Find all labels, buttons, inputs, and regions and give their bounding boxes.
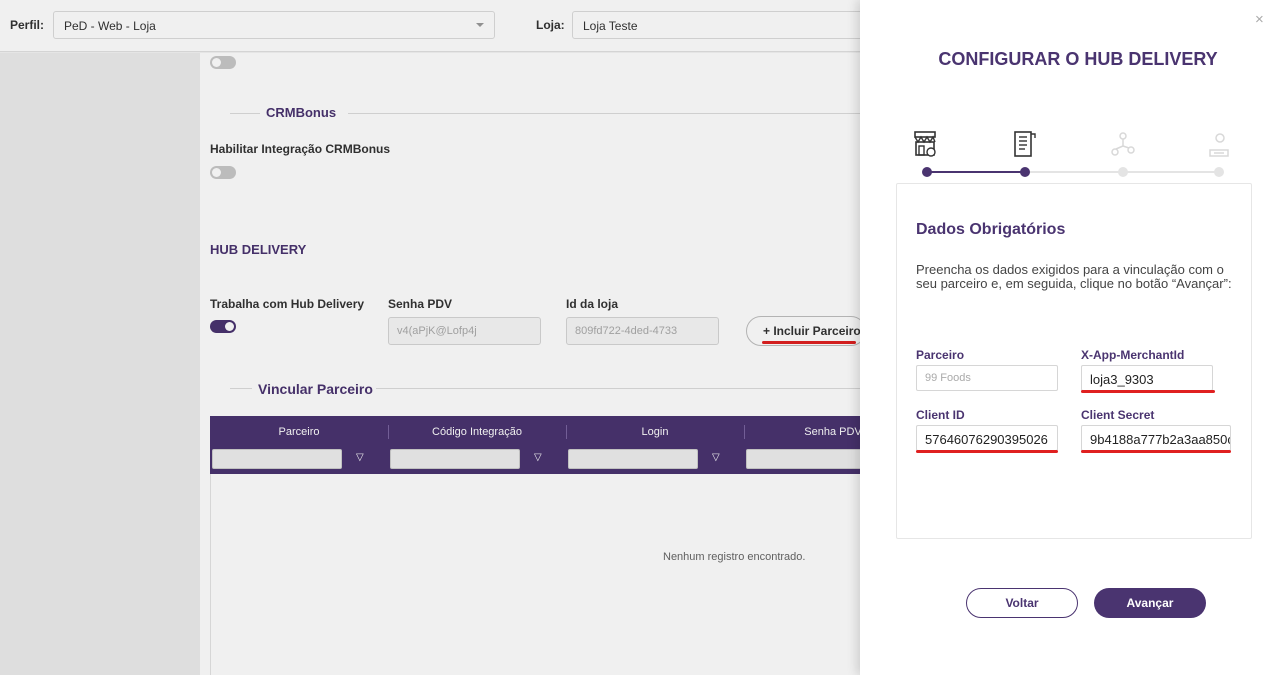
voltar-button[interactable]: Voltar	[966, 588, 1078, 618]
document-icon	[1014, 131, 1036, 157]
step-dot-done[interactable]	[922, 167, 932, 177]
card-title: Dados Obrigatórios	[916, 221, 1066, 238]
drawer-title: CONFIGURAR O HUB DELIVERY	[938, 49, 1218, 69]
card-description: Preencha os dados exigidos para a vincul…	[916, 262, 1232, 291]
client-id-input[interactable]: 57646076290395026	[916, 425, 1058, 451]
store-icon	[914, 131, 936, 157]
client-secret-label: Client Secret	[1081, 408, 1155, 422]
modal-overlay[interactable]	[0, 0, 860, 675]
step-progress-line	[927, 171, 1025, 173]
client-secret-input[interactable]: 9b4188a777b2a3aa850c	[1081, 425, 1231, 451]
parceiro-input[interactable]: 99 Foods	[916, 365, 1058, 391]
highlight-underline	[1081, 390, 1215, 393]
close-icon[interactable]: ×	[1255, 11, 1264, 28]
step-dot-pending	[1214, 167, 1224, 177]
step-dot-pending	[1118, 167, 1128, 177]
required-data-card: Dados Obrigatórios Preencha os dados exi…	[896, 183, 1252, 539]
highlight-underline	[1081, 450, 1231, 453]
merchant-id-label: X-App-MerchantId	[1081, 348, 1185, 362]
hub-delivery-drawer: × CONFIGURAR O HUB DELIVERY Dados Obriga…	[860, 0, 1266, 675]
user-check-icon	[1209, 133, 1229, 157]
step-dot-current[interactable]	[1020, 167, 1030, 177]
avancar-button[interactable]: Avançar	[1094, 588, 1206, 618]
client-id-label: Client ID	[916, 408, 965, 422]
parceiro-label: Parceiro	[916, 348, 965, 362]
merchant-id-input[interactable]: loja3_9303	[1081, 365, 1213, 391]
highlight-underline	[916, 450, 1058, 453]
integration-icon	[1111, 132, 1135, 156]
